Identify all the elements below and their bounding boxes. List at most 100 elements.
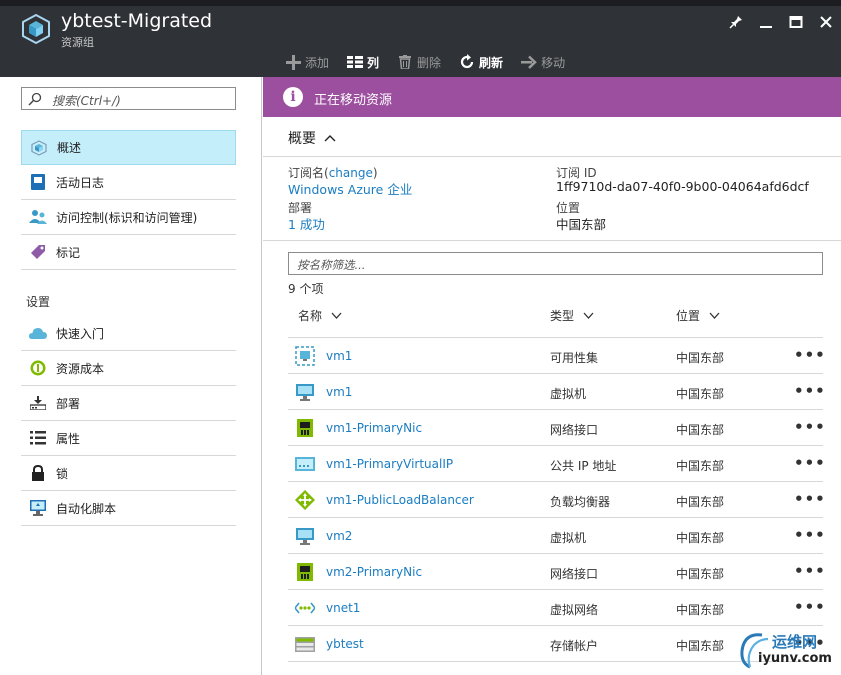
table-row[interactable]: vm1-PrimaryNic 网络接口 中国东部 •••	[288, 410, 825, 446]
essentials-header: 概要	[288, 131, 316, 147]
table-row[interactable]: vnet1 虚拟网络 中国东部 •••	[288, 590, 825, 626]
minimize-button[interactable]	[751, 10, 781, 34]
menu-label-locks: 锁	[56, 466, 69, 481]
left-menu: 搜索(Ctrl+/) 概述 活动日志 访问控制(标识和访问管理) 标记 设置 快…	[0, 77, 262, 675]
refresh-label: 刷新	[479, 55, 504, 70]
chevron-up-icon	[324, 135, 336, 142]
menu-label-tags: 标记	[56, 245, 81, 260]
resource-location: 中国东部	[676, 423, 725, 437]
menu-search-placeholder: 搜索(Ctrl+/)	[52, 94, 121, 108]
resource-location: 中国东部	[676, 639, 725, 653]
resource-name-link[interactable]: vm2	[326, 529, 352, 543]
more-actions-button[interactable]: •••	[794, 382, 825, 400]
menu-item-tags[interactable]: 标记	[21, 235, 236, 270]
resource-type: 虚拟机	[550, 531, 587, 545]
resource-type: 虚拟网络	[550, 603, 599, 617]
table-row[interactable]: vm1 可用性集 中国东部 •••	[288, 338, 825, 374]
more-actions-button[interactable]: •••	[794, 346, 825, 364]
menu-item-resource-cost[interactable]: 资源成本	[21, 351, 236, 386]
resource-name-link[interactable]: vm2-PrimaryNic	[326, 565, 422, 579]
public-ip-icon	[295, 457, 315, 471]
activity-log-icon	[29, 173, 47, 191]
menu-label-activity-log: 活动日志	[56, 175, 105, 190]
deployment-value-link[interactable]: 1 成功	[288, 214, 325, 233]
subscription-value-link[interactable]: Windows Azure 企业	[288, 179, 412, 198]
menu-item-properties[interactable]: 属性	[21, 421, 236, 456]
trash-icon	[397, 54, 413, 70]
more-actions-button[interactable]: •••	[794, 598, 825, 616]
close-button[interactable]	[811, 10, 841, 34]
virtual-network-icon	[295, 602, 315, 614]
column-header-name[interactable]: 名称	[298, 307, 342, 324]
refresh-button[interactable]: 刷新	[459, 54, 503, 71]
resource-location: 中国东部	[676, 603, 725, 617]
window-controls	[721, 10, 841, 34]
menu-item-overview[interactable]: 概述	[21, 130, 236, 165]
menu-label-deployments: 部署	[56, 396, 81, 411]
arrow-right-icon	[521, 54, 537, 70]
table-row[interactable]: vm1-PublicLoadBalancer 负载均衡器 中国东部 •••	[288, 482, 825, 518]
resource-table: vm1 可用性集 中国东部 ••• vm1 虚拟机 中国东部 ••• vm1-P…	[288, 338, 825, 662]
deployment-icon	[29, 394, 47, 412]
menu-item-activity-log[interactable]: 活动日志	[21, 165, 236, 200]
watermark-en: iyunv.com	[758, 651, 832, 666]
divider	[263, 240, 841, 241]
resource-location: 中国东部	[676, 351, 725, 365]
moving-resources-notice[interactable]: i 正在移动资源	[263, 77, 841, 117]
notice-text: 正在移动资源	[314, 93, 393, 108]
essentials-toggle[interactable]: 概要	[288, 128, 336, 148]
resource-location: 中国东部	[676, 531, 725, 545]
delete-label: 删除	[417, 55, 442, 70]
table-row[interactable]: vm1-PrimaryVirtualIP 公共 IP 地址 中国东部 •••	[288, 446, 825, 482]
resource-name-link[interactable]: vm1-PublicLoadBalancer	[326, 493, 474, 507]
subscription-change-link[interactable]: change	[329, 166, 373, 180]
move-button[interactable]: 移动	[521, 54, 565, 71]
menu-label-quickstart: 快速入门	[56, 326, 105, 341]
maximize-icon	[789, 16, 803, 28]
more-actions-button[interactable]: •••	[794, 490, 825, 508]
menu-item-access-control[interactable]: 访问控制(标识和访问管理)	[21, 200, 236, 235]
filter-by-name-input[interactable]: 按名称筛选...	[288, 252, 823, 275]
chevron-down-icon	[331, 312, 342, 319]
table-row[interactable]: vm2-PrimaryNic 网络接口 中国东部 •••	[288, 554, 825, 590]
columns-icon	[347, 54, 364, 70]
more-actions-button[interactable]: •••	[794, 562, 825, 580]
resource-name-link[interactable]: vm1-PrimaryVirtualIP	[326, 457, 453, 471]
resource-name-link[interactable]: vnet1	[326, 601, 360, 615]
menu-item-deployments[interactable]: 部署	[21, 386, 236, 421]
resource-name-link[interactable]: vm1-PrimaryNic	[326, 421, 422, 435]
column-header-type[interactable]: 类型	[550, 307, 594, 324]
availability-set-icon	[295, 346, 315, 366]
menu-search-input[interactable]: 搜索(Ctrl+/)	[21, 87, 236, 110]
more-actions-button[interactable]: •••	[794, 526, 825, 544]
main-content: i 正在移动资源 概要 订阅名(change) Windows Azure 企业…	[263, 77, 841, 675]
network-interface-icon	[297, 419, 313, 437]
settings-section-label: 设置	[26, 295, 51, 309]
resource-name-link[interactable]: vm1	[326, 349, 352, 363]
resource-name-link[interactable]: vm1	[326, 385, 352, 399]
menu-label-resource-cost: 资源成本	[56, 361, 105, 376]
menu-item-locks[interactable]: 锁	[21, 456, 236, 491]
command-bar: 添加 列 删除 刷新 移动	[285, 50, 583, 74]
overview-cube-icon	[30, 139, 48, 157]
menu-item-quickstart[interactable]: 快速入门	[21, 316, 236, 351]
menu-item-automation-script[interactable]: 自动化脚本	[21, 491, 236, 526]
columns-button[interactable]: 列	[347, 54, 379, 71]
maximize-button[interactable]	[781, 10, 811, 34]
add-button[interactable]: 添加	[285, 54, 329, 71]
column-header-location[interactable]: 位置	[676, 307, 720, 324]
column-type-label: 类型	[550, 309, 575, 323]
more-actions-button[interactable]: •••	[794, 418, 825, 436]
resource-name-link[interactable]: ybtest	[326, 637, 364, 651]
delete-button[interactable]: 删除	[397, 54, 441, 71]
chevron-down-icon	[583, 312, 594, 319]
pin-button[interactable]	[721, 10, 751, 34]
close-icon	[820, 16, 832, 28]
more-actions-button[interactable]: •••	[794, 454, 825, 472]
blade-subtitle: 资源组	[61, 36, 94, 49]
virtual-machine-icon	[296, 384, 314, 401]
table-row[interactable]: vm1 虚拟机 中国东部 •••	[288, 374, 825, 410]
menu-label-properties: 属性	[56, 431, 81, 446]
divider	[263, 156, 841, 157]
table-row[interactable]: vm2 虚拟机 中国东部 •••	[288, 518, 825, 554]
